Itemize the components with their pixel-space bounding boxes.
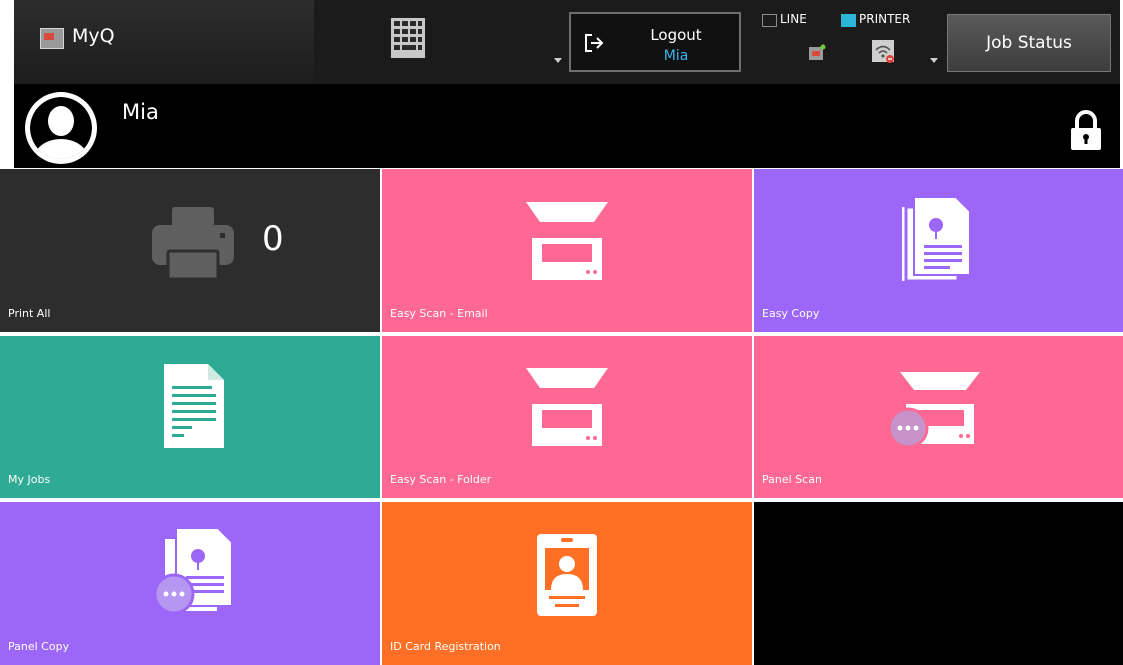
- copy-document-icon: [902, 197, 971, 281]
- empty-tile-area: [754, 502, 1123, 665]
- id-card-icon: [537, 534, 597, 616]
- logout-username: Mia: [663, 48, 689, 64]
- wifi-printer-icon[interactable]: [872, 40, 896, 64]
- tile-easy-scan-email[interactable]: Easy Scan - Email: [382, 169, 752, 332]
- keypad-dropdown-icon[interactable]: [554, 58, 562, 63]
- tile-easy-copy[interactable]: Easy Copy: [754, 169, 1123, 332]
- scanner-icon: [526, 202, 608, 280]
- logout-icon: [585, 34, 604, 52]
- printer-icon: [152, 207, 234, 279]
- tile-label: Panel Copy: [8, 640, 70, 653]
- lock-icon[interactable]: [1069, 110, 1103, 152]
- tile-panel-scan[interactable]: Panel Scan: [754, 336, 1123, 498]
- tile-print-all[interactable]: 0 Print All: [0, 169, 380, 332]
- user-name: Mia: [122, 100, 159, 124]
- app-title: MyQ: [72, 25, 115, 47]
- tile-id-card-registration[interactable]: ID Card Registration: [382, 502, 752, 665]
- user-avatar-icon: [25, 92, 97, 164]
- printer-status-box: [841, 14, 856, 27]
- tile-panel-copy[interactable]: Panel Copy: [0, 502, 380, 665]
- tile-label: Panel Scan: [762, 473, 822, 486]
- myq-app-icon: [40, 28, 64, 49]
- panel-copy-icon: [153, 528, 233, 615]
- printer-label: PRINTER: [859, 12, 911, 26]
- line-status-box: [762, 14, 777, 27]
- tile-label: My Jobs: [8, 473, 51, 486]
- tile-label: Easy Copy: [762, 307, 820, 320]
- logout-button[interactable]: Logout Mia: [569, 12, 741, 72]
- tile-label: Easy Scan - Email: [390, 307, 488, 320]
- tile-label: ID Card Registration: [390, 640, 501, 653]
- device-icon[interactable]: [808, 44, 826, 62]
- tile-label: Easy Scan - Folder: [390, 473, 492, 486]
- user-bar: Mia: [14, 84, 1120, 168]
- document-icon: [164, 364, 224, 448]
- keypad-icon[interactable]: [391, 18, 425, 58]
- tile-easy-scan-folder[interactable]: Easy Scan - Folder: [382, 336, 752, 498]
- line-label: LINE: [780, 12, 807, 26]
- logout-label: Logout: [650, 26, 702, 44]
- print-job-count: 0: [262, 219, 284, 259]
- scanner-icon: [526, 368, 608, 446]
- tile-label: Print All: [8, 307, 51, 320]
- top-bar: MyQ Logout Mia LINE PRINTER Job Status: [14, 0, 1120, 84]
- job-status-button[interactable]: Job Status: [947, 14, 1111, 72]
- tile-my-jobs[interactable]: My Jobs: [0, 336, 380, 498]
- printer-dropdown-icon[interactable]: [930, 58, 938, 63]
- app-home-button[interactable]: MyQ: [14, 0, 314, 84]
- panel-scanner-icon: [888, 372, 980, 448]
